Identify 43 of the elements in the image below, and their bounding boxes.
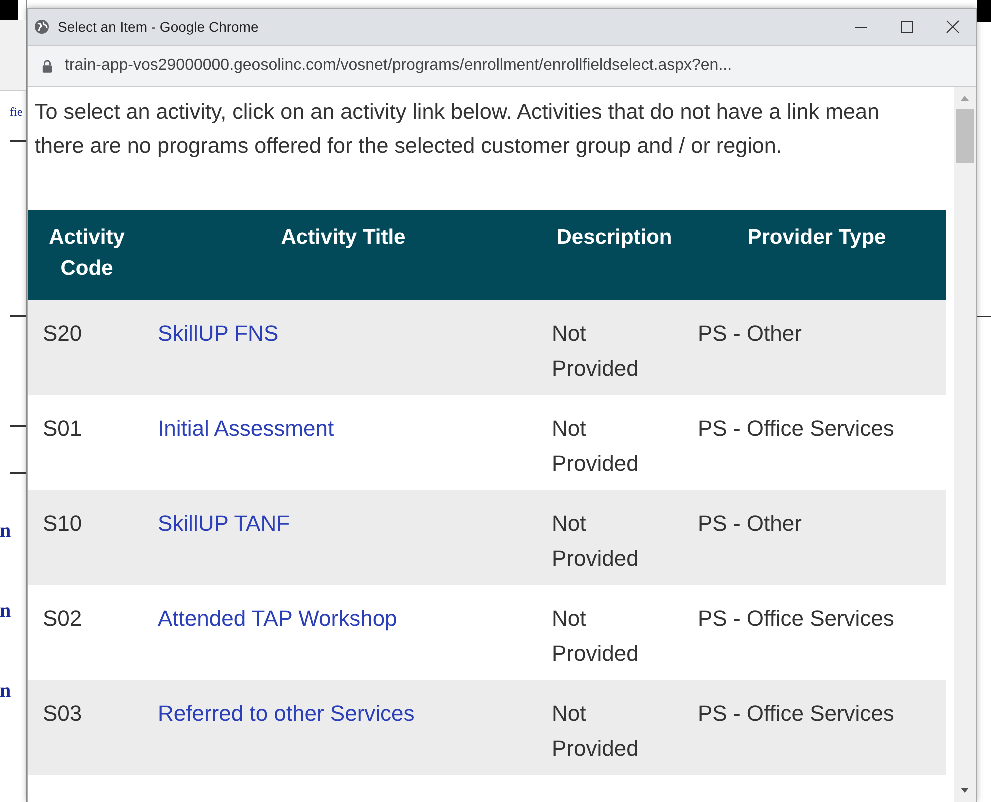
- url-text: train-app-vos29000000.geosolinc.com/vosnet/programs/enrollment/enrollfieldselect.aspx?en...: [65, 57, 732, 75]
- column-header: Activity Code: [28, 210, 146, 300]
- table-cell: S20: [43, 321, 82, 346]
- scrollbar[interactable]: [954, 87, 976, 802]
- table-cell: S10: [43, 511, 82, 536]
- activity-link[interactable]: Referred to other Services: [158, 701, 415, 726]
- scroll-up-icon[interactable]: [961, 95, 969, 101]
- maximize-icon: [899, 19, 915, 35]
- scrollbar-thumb[interactable]: [956, 109, 974, 163]
- activity-link[interactable]: SkillUP TANF: [158, 511, 290, 536]
- close-icon: [945, 19, 961, 35]
- activity-link[interactable]: Initial Assessment: [158, 416, 334, 441]
- table-cell: S03: [43, 701, 82, 726]
- background-bar: [0, 0, 18, 20]
- activity-link[interactable]: SkillUP FNS: [158, 321, 279, 346]
- window-title: Select an Item - Google Chrome: [58, 19, 260, 35]
- table-cell: S01: [43, 416, 82, 441]
- table-cell: Not Provided: [552, 606, 639, 666]
- column-header: Description: [541, 210, 688, 300]
- scroll-down-icon[interactable]: [961, 788, 969, 794]
- table-cell: Not Provided: [552, 321, 639, 381]
- background-text: fie: [10, 105, 23, 120]
- activity-link[interactable]: Attended TAP Workshop: [158, 606, 398, 631]
- globe-icon: [34, 19, 50, 35]
- table-cell: Not Provided: [552, 416, 639, 476]
- table-cell: Not Provided: [552, 511, 639, 571]
- column-header: Activity Title: [146, 210, 541, 300]
- instruction-text: To select an activity, click on an activity link below. Activities that do not have a link mean there are no programs offered for the selected customer group and / or region.: [35, 98, 881, 160]
- background-text: n: [0, 600, 12, 623]
- table-cell: PS - Office Services: [698, 606, 894, 631]
- background-bar: [977, 0, 991, 22]
- table-cell: PS - Office Services: [698, 416, 894, 441]
- minimize-icon: [855, 26, 867, 28]
- background-text: n: [0, 520, 12, 543]
- table-cell: S02: [43, 606, 82, 631]
- background-text: n: [0, 680, 12, 703]
- lock-icon: [42, 60, 53, 72]
- table-cell: Not Provided: [552, 701, 639, 761]
- table-cell: PS - Other: [698, 321, 802, 346]
- table-cell: PS - Office Services: [698, 701, 894, 726]
- table-cell: PS - Other: [698, 511, 802, 536]
- column-header: Provider Type: [688, 210, 946, 300]
- background-panel: [0, 20, 26, 91]
